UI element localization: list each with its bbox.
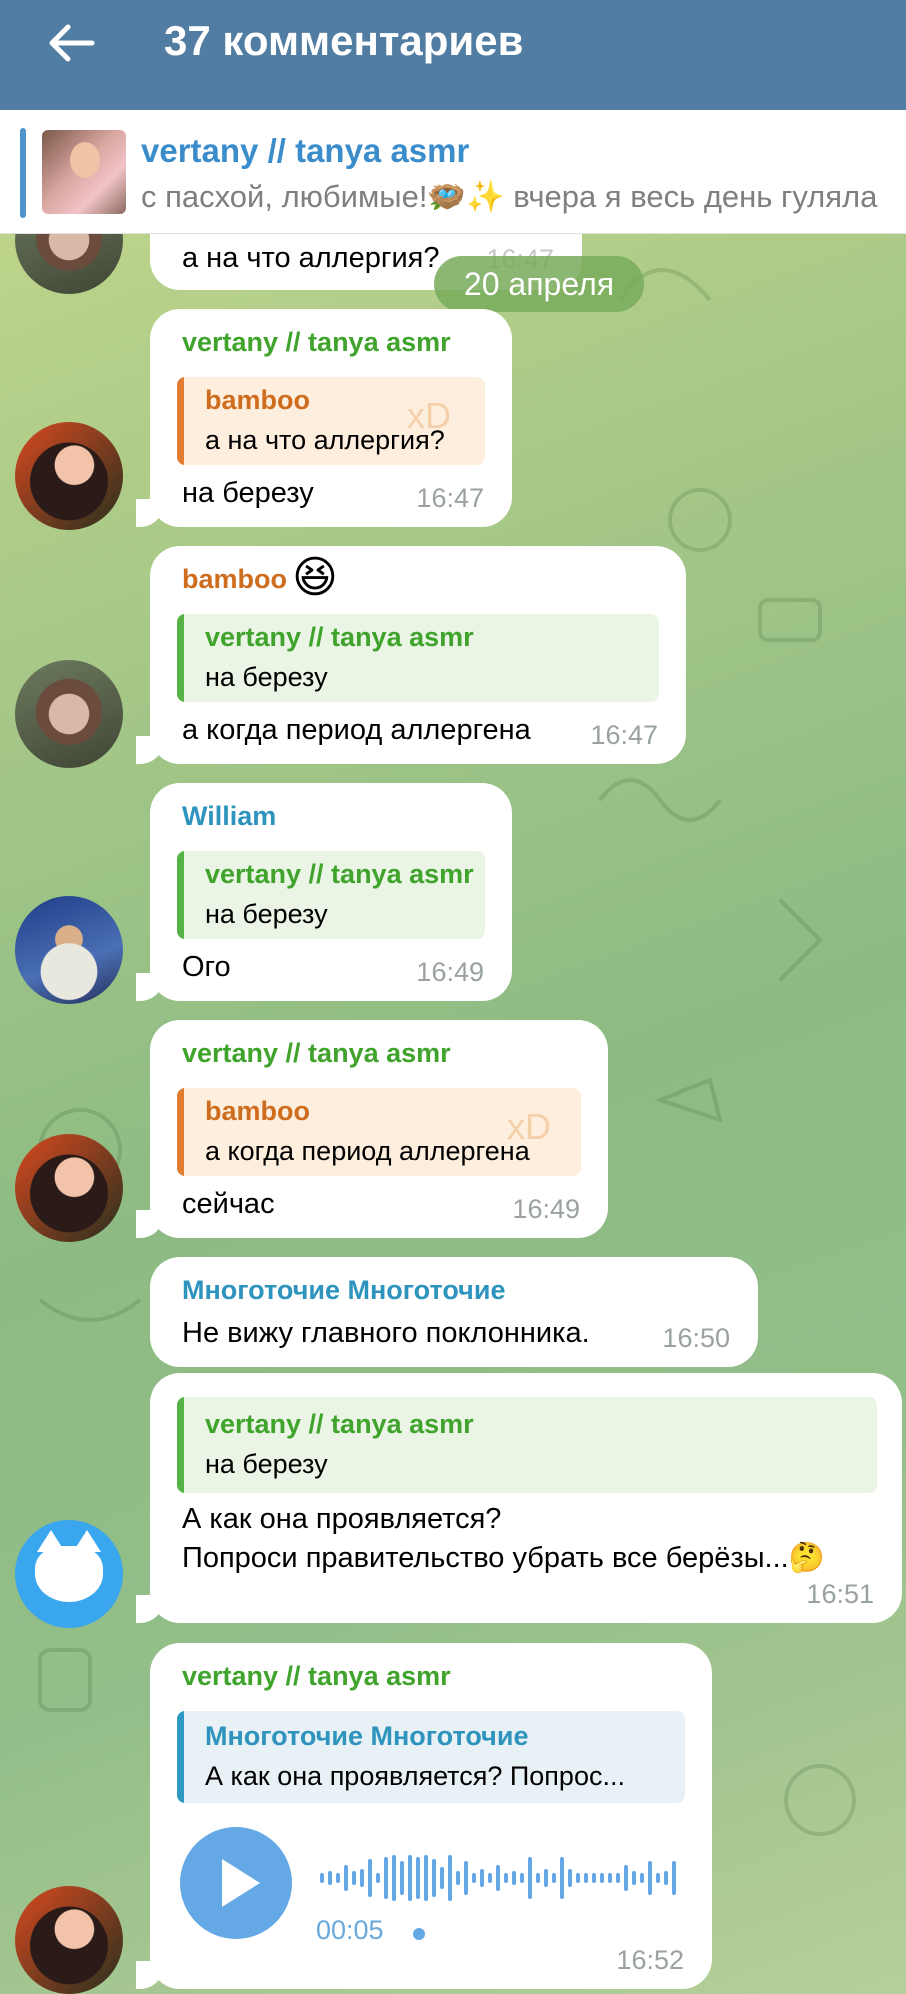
pinned-thumbnail bbox=[42, 130, 126, 214]
avatar[interactable] bbox=[15, 896, 123, 1004]
message-bubble[interactable]: vertany // tanya asmr на березу А как он… bbox=[136, 1373, 902, 1623]
quote-text: на березу bbox=[205, 899, 328, 929]
message-text: а на что аллергия? bbox=[182, 242, 440, 274]
avatar[interactable] bbox=[15, 422, 123, 530]
sender-name[interactable]: bamboo bbox=[182, 564, 287, 595]
quote-author: vertany // tanya asmr bbox=[205, 859, 474, 889]
pinned-text: с пасхой, любимые!🪺✨ вчера я весь день г… bbox=[141, 179, 878, 214]
quote-author: vertany // tanya asmr bbox=[205, 622, 474, 652]
waveform-icon[interactable] bbox=[318, 1853, 678, 1903]
message-text: сейчас bbox=[182, 1188, 275, 1220]
play-icon[interactable] bbox=[180, 1827, 292, 1939]
message-text-line-1: А как она проявляется? bbox=[182, 1503, 502, 1535]
message-time: 16:49 bbox=[512, 1194, 580, 1224]
unplayed-dot bbox=[413, 1928, 425, 1940]
message-bubble[interactable]: vertany // tanya asmr xD bamboo а когда … bbox=[136, 1020, 608, 1238]
message-bubble[interactable]: vertany // tanya asmr xD bamboo а на что… bbox=[136, 309, 512, 527]
reply-quote[interactable]: vertany // tanya asmr на березу bbox=[177, 1397, 877, 1493]
message-text: Ого bbox=[182, 951, 231, 983]
quote-text: а когда период аллергена bbox=[205, 1136, 530, 1166]
quote-text: на березу bbox=[205, 662, 328, 692]
sender-name[interactable]: Многоточие Многоточие bbox=[182, 1275, 505, 1306]
quote-author: bamboo bbox=[205, 385, 310, 415]
wolf-avatar-icon bbox=[35, 1530, 103, 1602]
message-time: 16:51 bbox=[806, 1579, 874, 1609]
quote-text: А как она проявляется? Попрос... bbox=[205, 1761, 625, 1791]
reply-quote[interactable]: vertany // tanya asmr на березу bbox=[177, 614, 659, 702]
avatar[interactable] bbox=[15, 1134, 123, 1242]
avatar[interactable] bbox=[15, 1520, 123, 1628]
date-separator: 20 апреля bbox=[434, 256, 644, 312]
message-time: 16:50 bbox=[662, 1323, 730, 1353]
top-app-bar: 37 комментариев bbox=[0, 0, 906, 110]
reply-quote[interactable]: xD bamboo а когда период аллергена bbox=[177, 1088, 581, 1176]
quote-author: bamboo bbox=[205, 1096, 310, 1126]
message-text: а когда период аллергена bbox=[182, 714, 531, 746]
back-arrow-icon[interactable] bbox=[46, 18, 96, 68]
page-title: 37 комментариев bbox=[164, 17, 524, 64]
message-time: 16:49 bbox=[416, 957, 484, 987]
message-text: Не вижу главного поклонника. bbox=[182, 1317, 590, 1349]
message-text-line-2: Попроси правительство убрать все берёзы.… bbox=[182, 1542, 825, 1574]
reply-quote[interactable]: Многоточие Многоточие А как она проявляе… bbox=[177, 1711, 685, 1803]
avatar[interactable] bbox=[15, 660, 123, 768]
quote-author: Многоточие Многоточие bbox=[205, 1721, 529, 1751]
pinned-accent-bar bbox=[20, 128, 26, 218]
quote-author: vertany // tanya asmr bbox=[205, 1409, 474, 1439]
message-time: 16:47 bbox=[590, 720, 658, 750]
laughing-emoji-icon: 😆 bbox=[292, 553, 338, 602]
message-bubble[interactable]: William vertany // tanya asmr на березу … bbox=[136, 783, 512, 1001]
reply-quote[interactable]: xD bamboo а на что аллергия? bbox=[177, 377, 485, 465]
sender-name[interactable]: vertany // tanya asmr bbox=[182, 1661, 451, 1692]
sender-name[interactable]: William bbox=[182, 801, 276, 832]
quote-text: а на что аллергия? bbox=[205, 425, 445, 455]
avatar[interactable] bbox=[15, 1886, 123, 1994]
voice-message-bubble[interactable]: vertany // tanya asmr Многоточие Многото… bbox=[136, 1643, 712, 1989]
pinned-post-banner[interactable]: vertany // tanya asmr с пасхой, любимые!… bbox=[0, 110, 906, 234]
message-bubble[interactable]: bamboo 😆 vertany // tanya asmr на березу… bbox=[136, 546, 686, 764]
sender-name[interactable]: vertany // tanya asmr bbox=[182, 327, 451, 358]
sender-name[interactable]: vertany // tanya asmr bbox=[182, 1038, 451, 1069]
message-time: 16:47 bbox=[416, 483, 484, 513]
reply-quote[interactable]: vertany // tanya asmr на березу bbox=[177, 851, 485, 939]
voice-duration: 00:05 bbox=[316, 1915, 384, 1945]
message-bubble[interactable]: Многоточие Многоточие Не вижу главного п… bbox=[150, 1257, 758, 1367]
pinned-author: vertany // tanya asmr bbox=[141, 132, 470, 169]
message-time: 16:52 bbox=[616, 1945, 684, 1975]
message-text: на березу bbox=[182, 477, 314, 509]
quote-text: на березу bbox=[205, 1449, 328, 1479]
